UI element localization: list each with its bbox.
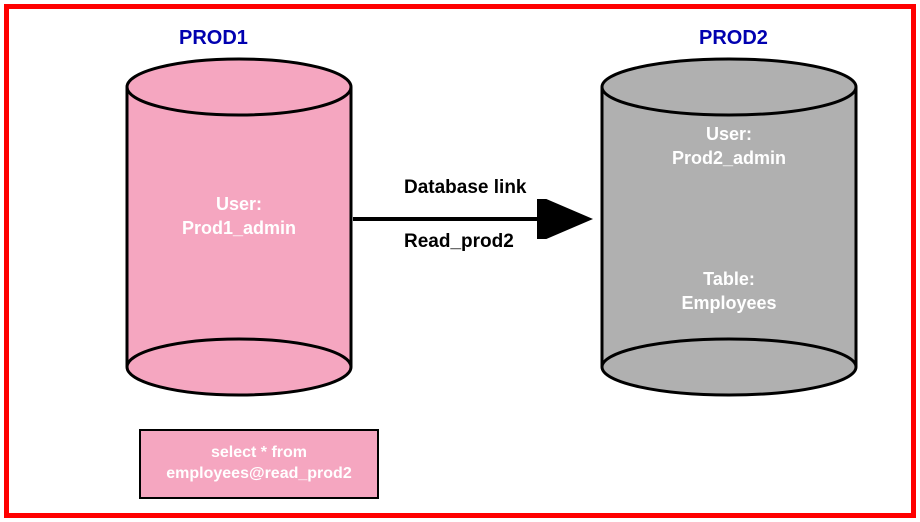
database-prod2: User: Prod2_admin Table: Employees bbox=[599, 57, 859, 397]
db-left-user-label: User: bbox=[124, 192, 354, 216]
cylinder-icon bbox=[599, 57, 859, 397]
sql-line-2: employees@read_prod2 bbox=[166, 464, 351, 485]
db-left-user-value: Prod1_admin bbox=[124, 216, 354, 240]
sql-query-box: select * from employees@read_prod2 bbox=[139, 429, 379, 499]
link-label-bottom: Read_prod2 bbox=[404, 231, 514, 253]
diagram-frame: PROD1 PROD2 User: Prod1_admin User: Pr bbox=[4, 4, 916, 518]
db-right-user-label: User: bbox=[599, 122, 859, 146]
db-right-title: PROD2 bbox=[699, 27, 768, 50]
database-prod1: User: Prod1_admin bbox=[124, 57, 354, 397]
db-right-table-label: Table: bbox=[599, 267, 859, 291]
link-label-top: Database link bbox=[404, 177, 527, 199]
db-right-user-value: Prod2_admin bbox=[599, 146, 859, 170]
db-right-table-value: Employees bbox=[599, 291, 859, 315]
db-left-title: PROD1 bbox=[179, 27, 248, 50]
sql-line-1: select * from bbox=[166, 443, 351, 464]
